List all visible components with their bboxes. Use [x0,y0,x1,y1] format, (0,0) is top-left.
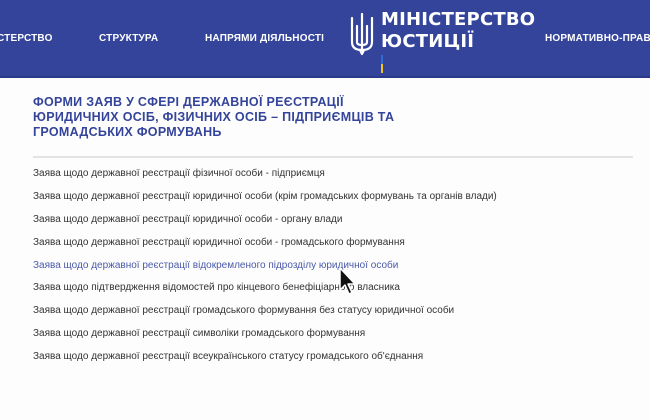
form-link-authority[interactable]: Заява щодо державної реєстрації юридично… [33,213,633,236]
divider [33,156,633,158]
logo-title-line1: МІНІСТЕРСТВО [381,9,536,30]
forms-list: Заява щодо державної реєстрації фізичної… [33,167,633,373]
form-link-public-formation[interactable]: Заява щодо державної реєстрації юридично… [33,236,633,259]
nav-activities[interactable]: НАПРЯМИ ДІЯЛЬНОСТІ [205,33,324,44]
site-header: ІСТЕРСТВО СТРУКТУРА НАПРЯМИ ДІЯЛЬНОСТІ М… [0,0,650,78]
form-link-beneficial-owner[interactable]: Заява щодо підтвердження відомостей про … [33,281,633,304]
main-content: ФОРМИ ЗАЯВ У СФЕРІ ДЕРЖАВНОЇ РЕЄСТРАЦІЇ … [33,95,633,140]
page: ІСТЕРСТВО СТРУКТУРА НАПРЯМИ ДІЯЛЬНОСТІ М… [0,0,650,420]
form-link-legal-entity[interactable]: Заява щодо державної реєстрації юридично… [33,190,633,213]
logo-title-line2: ЮСТИЦІЇ [381,31,475,52]
form-link-formation-without-status[interactable]: Заява щодо державної реєстрації громадсь… [33,304,633,327]
ministry-logo[interactable]: МІНІСТЕРСТВО ЮСТИЦІЇ [350,8,535,73]
flag-accent [381,55,383,73]
form-link-all-ukrainian-status[interactable]: Заява щодо державної реєстрації всеукраї… [33,350,633,373]
trident-icon [350,12,374,56]
nav-structure[interactable]: СТРУКТУРА [99,33,158,44]
nav-legal-base[interactable]: НОРМАТИВНО-ПРАВОВ [545,33,650,44]
page-title: ФОРМИ ЗАЯВ У СФЕРІ ДЕРЖАВНОЇ РЕЄСТРАЦІЇ … [33,95,395,139]
nav-ministry[interactable]: ІСТЕРСТВО [0,33,53,44]
form-link-separate-subdivision[interactable]: Заява щодо державної реєстрації відокрем… [33,259,633,282]
form-link-individual-entrepreneur[interactable]: Заява щодо державної реєстрації фізичної… [33,167,633,190]
form-link-symbols[interactable]: Заява щодо державної реєстрації символік… [33,327,633,350]
